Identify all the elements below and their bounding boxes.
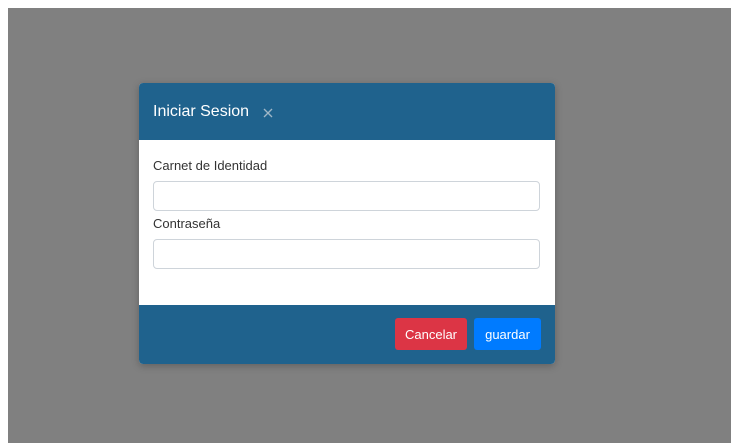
modal-footer: Cancelar guardar <box>139 305 555 364</box>
carnet-input[interactable] <box>153 181 540 211</box>
login-modal: Iniciar Sesion Carnet de Identidad Contr… <box>139 83 555 364</box>
modal-title: Iniciar Sesion <box>153 102 250 120</box>
password-input[interactable] <box>153 239 540 269</box>
password-label: Contraseña <box>153 216 221 231</box>
save-button[interactable]: guardar <box>474 318 541 350</box>
cancel-button[interactable]: Cancelar <box>395 318 467 350</box>
modal-body: Carnet de Identidad Contraseña <box>139 140 555 305</box>
modal-header: Iniciar Sesion <box>139 83 555 140</box>
close-icon[interactable] <box>261 106 275 120</box>
carnet-label: Carnet de Identidad <box>153 158 268 173</box>
